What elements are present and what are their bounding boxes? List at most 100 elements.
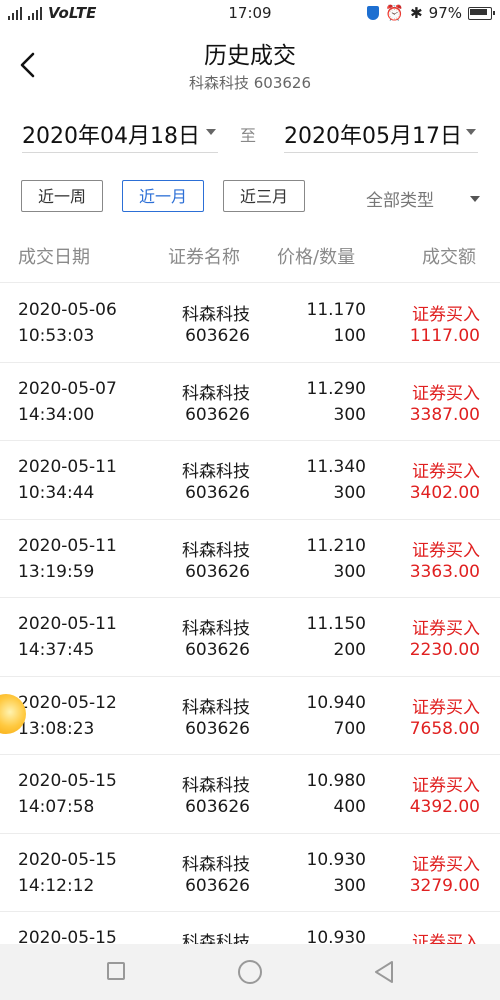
column-header: 成交日期 证券名称 价格/数量 成交额 [0, 230, 500, 283]
trade-quantity: 300 [333, 561, 366, 582]
filter-row: 近一周 近一月 近三月 全部类型 [0, 180, 500, 216]
trade-amount: 4392.00 [409, 797, 480, 817]
battery-percent: 97% [428, 4, 462, 22]
triangle-back-icon[interactable] [372, 959, 396, 985]
trade-stock-name: 科森科技 [182, 854, 250, 875]
trade-stock-name: 科森科技 [182, 305, 250, 325]
trade-time: 14:37:45 [18, 640, 95, 660]
trade-price: 10.930 [306, 849, 366, 870]
chevron-down-icon[interactable] [470, 196, 480, 202]
trade-type: 证券买入 [412, 776, 480, 796]
trade-row[interactable]: 2020-05-15 科森科技 10.930 证券买入 [0, 912, 500, 944]
battery-icon [468, 6, 495, 20]
trade-time: 14:07:58 [18, 797, 95, 817]
trade-date: 2020-05-15 [18, 849, 117, 870]
trade-stock-code: 603626 [185, 797, 250, 817]
trade-time: 13:08:23 [18, 718, 95, 739]
trade-price: 10.930 [306, 928, 366, 944]
chevron-down-icon [466, 129, 476, 135]
status-bar: VoLTE 17:09 ⏰ ✱ 97% [0, 0, 500, 28]
header: 历史成交 科森科技 603626 [0, 28, 500, 100]
end-date-picker[interactable]: 2020年05月17日 [284, 112, 478, 153]
trade-stock-name: 科森科技 [182, 619, 250, 639]
trade-quantity: 300 [333, 404, 366, 425]
trade-stock-code: 603626 [185, 326, 250, 346]
square-icon[interactable] [107, 962, 125, 980]
col-date: 成交日期 [18, 247, 90, 268]
trade-quantity: 700 [333, 718, 366, 739]
page-subtitle: 科森科技 603626 [188, 74, 312, 92]
trade-stock-code: 603626 [185, 404, 250, 425]
trade-row[interactable]: 2020-05-11 14:37:45 科森科技 603626 11.150 200 证券买… [0, 598, 500, 677]
trade-amount: 2230.00 [409, 640, 480, 660]
trade-quantity: 400 [333, 797, 366, 817]
trade-date: 2020-05-11 [18, 457, 117, 477]
trade-date: 2020-05-11 [18, 614, 117, 634]
trade-time: 14:34:00 [18, 404, 95, 425]
trade-row[interactable]: 2020-05-11 10:34:44 科森科技 603626 11.340 300 证券买… [0, 441, 500, 520]
circle-icon[interactable] [238, 960, 262, 984]
trade-price: 11.210 [306, 535, 366, 556]
trade-amount: 3402.00 [409, 483, 480, 503]
trade-row[interactable]: 2020-05-07 14:34:00 科森科技 603626 11.290 300 证券买… [0, 363, 500, 441]
trade-row[interactable]: 2020-05-12 13:08:23 科森科技 603626 10.940 700 证券买… [0, 677, 500, 755]
trade-quantity: 100 [333, 326, 366, 346]
filter-month-button[interactable]: 近一月 [122, 180, 204, 212]
trade-row[interactable]: 2020-05-11 13:19:59 科森科技 603626 11.210 300 证券买… [0, 520, 500, 598]
trade-stock-code: 603626 [185, 483, 250, 503]
trade-time: 13:19:59 [18, 561, 95, 582]
trade-date: 2020-05-06 [18, 300, 117, 320]
trade-row[interactable]: 2020-05-15 14:12:12 科森科技 603626 10.930 300 证券买… [0, 834, 500, 912]
system-nav-bar [0, 944, 500, 1000]
trade-price: 11.170 [306, 300, 366, 320]
chevron-down-icon [206, 129, 216, 135]
start-date-picker[interactable]: 2020年04月18日 [22, 112, 218, 153]
trade-type: 证券买入 [412, 462, 480, 482]
trade-price: 11.150 [306, 614, 366, 634]
col-price-qty: 价格/数量 [277, 247, 356, 268]
trade-date: 2020-05-15 [18, 771, 117, 791]
status-right: ⏰ ✱ 97% [367, 4, 495, 22]
trade-row[interactable]: 2020-05-06 10:53:03 科森科技 603626 11.170 100 证券买… [0, 284, 500, 363]
trade-stock-code: 603626 [185, 718, 250, 739]
trade-time: 14:12:12 [18, 875, 95, 896]
trade-stock-name: 科森科技 [182, 462, 250, 482]
date-range: 2020年04月18日 至 2020年05月17日 [0, 112, 500, 156]
trade-price: 10.980 [306, 771, 366, 791]
trade-amount: 3363.00 [409, 561, 480, 582]
trade-price: 11.340 [306, 457, 366, 477]
col-name: 证券名称 [168, 247, 240, 268]
trade-stock-code: 603626 [185, 875, 250, 896]
trade-stock-name: 科森科技 [182, 383, 250, 404]
bluetooth-icon: ✱ [410, 4, 423, 22]
trade-amount: 3279.00 [409, 875, 480, 896]
trade-stock-name: 科森科技 [182, 697, 250, 718]
shield-icon [367, 6, 380, 20]
date-separator: 至 [240, 126, 257, 145]
trade-date: 2020-05-07 [18, 378, 117, 399]
trade-type: 证券买入 [412, 619, 480, 639]
trade-time: 10:53:03 [18, 326, 95, 346]
filter-three-months-button[interactable]: 近三月 [223, 180, 305, 212]
trade-quantity: 300 [333, 875, 366, 896]
trade-stock-name: 科森科技 [182, 540, 250, 561]
start-date-value: 2020年04月18日 [22, 124, 200, 149]
trade-row[interactable]: 2020-05-15 14:07:58 科森科技 603626 10.980 400 证券买… [0, 755, 500, 834]
trade-time: 10:34:44 [18, 483, 95, 503]
trade-list[interactable]: 2020-05-06 10:53:03 科森科技 603626 11.170 100 证券买… [0, 284, 500, 944]
trade-date: 2020-05-12 [18, 692, 117, 713]
trade-type: 证券买入 [412, 933, 480, 944]
trade-date: 2020-05-11 [18, 535, 117, 556]
trade-type: 证券买入 [412, 305, 480, 325]
col-amount: 成交额 [422, 247, 476, 268]
filter-week-button[interactable]: 近一周 [21, 180, 103, 212]
trade-type: 证券买入 [412, 383, 480, 404]
page-title: 历史成交 [204, 43, 296, 69]
trade-stock-code: 603626 [185, 640, 250, 660]
trade-date: 2020-05-15 [18, 928, 117, 944]
trade-amount: 7658.00 [409, 718, 480, 739]
trade-type: 证券买入 [412, 697, 480, 718]
trade-amount: 3387.00 [409, 404, 480, 425]
type-select[interactable]: 全部类型 [366, 186, 434, 211]
trade-stock-name: 科森科技 [182, 776, 250, 796]
